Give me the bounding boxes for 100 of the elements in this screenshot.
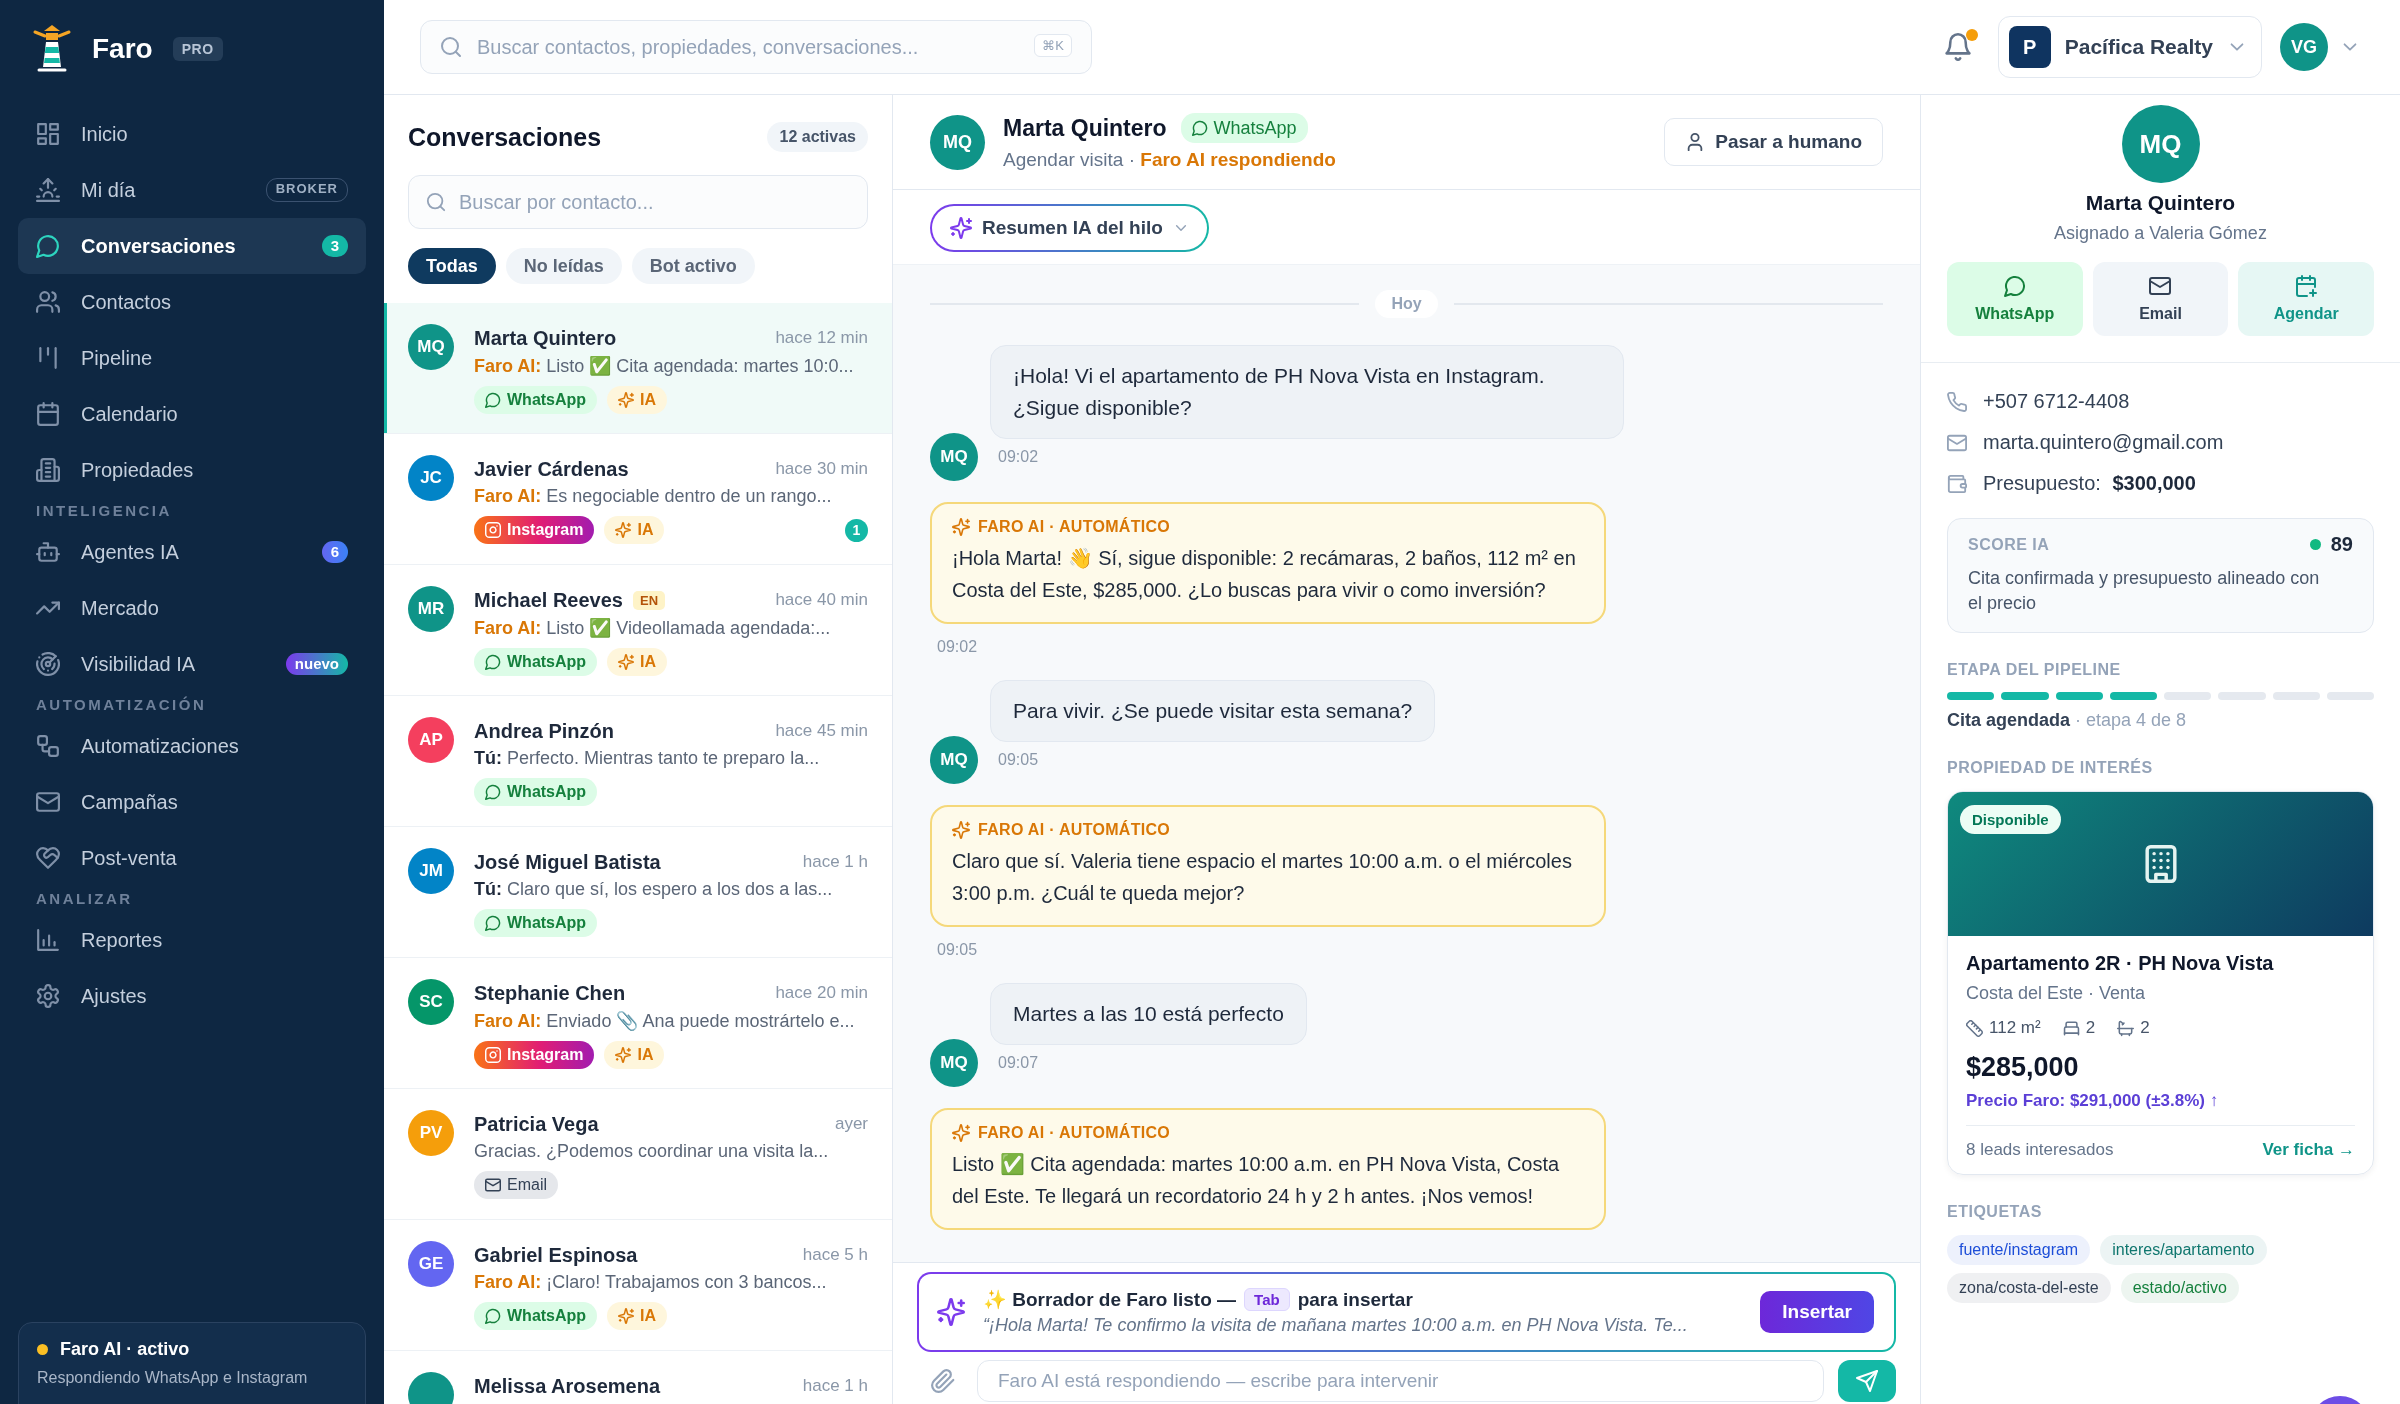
- score-note: Cita confirmada y presupuesto alineado con el precio: [1968, 567, 2321, 615]
- bathtub-icon: [2117, 1019, 2135, 1037]
- tag-label: WhatsApp: [507, 653, 587, 671]
- workspace-logo: P: [2008, 26, 2051, 68]
- workspace-switcher[interactable]: P Pacífica Realty: [1997, 16, 2262, 78]
- nav-item[interactable]: Visibilidad IA nuevo: [18, 636, 366, 692]
- contact-avatar: JM: [408, 848, 454, 894]
- message-time: hace 12 min: [775, 328, 868, 348]
- section-label: ANALIZAR: [35, 889, 134, 909]
- date-label: Hoy: [1375, 290, 1438, 318]
- user-avatar[interactable]: VG: [2280, 23, 2328, 71]
- ai-label: FARO AI · AUTOMÁTICO: [978, 821, 1171, 839]
- score-title: SCORE IA: [1968, 535, 2051, 554]
- nav-item[interactable]: Campañas: [18, 774, 366, 830]
- shortcut-key: ⌘K: [1034, 34, 1072, 57]
- sunrise-icon: [36, 178, 60, 202]
- nav-item[interactable]: Ajustes: [18, 968, 366, 1024]
- message-input[interactable]: Faro AI está respondiendo — escribe para intervenir: [977, 1360, 1824, 1402]
- nav-item[interactable]: Propiedades: [18, 442, 366, 498]
- message-time: 09:07: [998, 1054, 1039, 1072]
- contact-avatar: MQ: [408, 324, 454, 370]
- nav-item[interactable]: Inicio: [18, 106, 366, 162]
- ai-label: FARO AI · AUTOMÁTICO: [978, 518, 1171, 536]
- property-feature: 2: [2085, 1018, 2096, 1038]
- bed-icon: [2062, 1019, 2080, 1037]
- nav-item[interactable]: Mi día BROKER: [18, 162, 366, 218]
- count-badge: 12 activas: [767, 122, 868, 152]
- language-badge: EN: [633, 590, 666, 610]
- envelope-icon: [1947, 432, 1967, 453]
- tag-label: WhatsApp: [507, 391, 587, 409]
- attach-button[interactable]: [931, 1368, 957, 1394]
- chat-bubble-icon: [485, 784, 501, 800]
- nav-item[interactable]: Automatizaciones: [18, 718, 366, 774]
- filter-tab[interactable]: Todas: [408, 248, 496, 284]
- message-bubble: Para vivir. ¿Se puede visitar esta semana?: [990, 680, 1436, 742]
- role-badge: BROKER: [265, 178, 348, 202]
- sparkle-icon: [615, 522, 632, 538]
- conversation-status: Agendar visita · Faro AI respondiendo: [1003, 149, 1337, 171]
- contact-action-button[interactable]: Email: [2092, 262, 2229, 336]
- summary-button[interactable]: Resumen IA del hilo: [930, 204, 1209, 252]
- view-details-link[interactable]: Ver ficha →: [2262, 1140, 2355, 1160]
- nav-item[interactable]: Post-venta: [18, 830, 366, 886]
- camera-icon: [485, 1047, 501, 1063]
- handoff-button[interactable]: Pasar a humano: [1664, 118, 1883, 166]
- radar-icon: [36, 652, 60, 676]
- nav-item[interactable]: Agentes IA 6: [18, 524, 366, 580]
- nav-item[interactable]: Reportes: [18, 912, 366, 968]
- status-dot-icon: [2309, 539, 2321, 550]
- tag-label: IA: [640, 653, 657, 671]
- nav-item[interactable]: Calendario: [18, 386, 366, 442]
- nav-item[interactable]: Contactos: [18, 274, 366, 330]
- send-button[interactable]: [1838, 1360, 1896, 1402]
- sparkle-icon: [937, 1298, 965, 1326]
- contact-action-button[interactable]: WhatsApp: [1947, 262, 2083, 336]
- contact-name: Melissa Arosemena: [474, 1374, 660, 1398]
- tag-label: IA: [637, 521, 654, 539]
- chat-bubble-icon: [485, 392, 501, 408]
- message-time: 09:02: [937, 638, 979, 656]
- draft-hint: para insertar: [1297, 1288, 1413, 1311]
- filter-tab[interactable]: No leídas: [505, 248, 622, 284]
- key-hint: Tab: [1244, 1288, 1290, 1311]
- contact-name: Andrea Pinzón: [474, 719, 614, 743]
- message-preview: Faro AI: Listo ✅ Cita agendada: martes 10:0...: [474, 355, 855, 377]
- score-value: 89: [2330, 533, 2353, 556]
- contact-avatar: MQ: [930, 114, 985, 170]
- building-icon: [36, 458, 60, 482]
- contact-detail: Presupuesto: $300,000: [1983, 472, 2196, 495]
- sparkle-icon: [615, 1047, 632, 1063]
- tag: zona/costa-del-este: [1947, 1273, 2111, 1303]
- nav-item[interactable]: Mercado: [18, 580, 366, 636]
- message-preview: Faro AI: Es negociable dentro de un rango...: [474, 486, 833, 507]
- chat-bubble-icon: [36, 234, 60, 258]
- message-preview: Faro AI: Listo ✅ Videollamada agendada:...: [474, 617, 832, 639]
- contact-name: Stephanie Chen: [474, 981, 626, 1005]
- panel-title: Conversaciones: [408, 122, 602, 152]
- insert-button[interactable]: Insertar: [1760, 1291, 1874, 1333]
- contact-avatar: PV: [408, 1110, 454, 1156]
- search-field[interactable]: Buscar por contacto...: [408, 175, 868, 229]
- lighthouse-icon: [32, 25, 72, 73]
- plan-badge: PRO: [172, 37, 223, 61]
- tag-label: IA: [637, 1046, 654, 1064]
- contact-avatar: SC: [408, 979, 454, 1025]
- filter-tab[interactable]: Bot activo: [631, 248, 755, 284]
- nav-item[interactable]: Pipeline: [18, 330, 366, 386]
- conversation-item[interactable]: MQ Marta Quintero hace 12 min Faro AI: Listo ✅ Cita agendada: martes 10:0... WhatsApp IA: [384, 303, 892, 434]
- message-time: hace 30 min: [775, 459, 868, 479]
- sparkle-icon: [618, 392, 635, 408]
- contact-name: Javier Cárdenas: [474, 457, 629, 481]
- search-icon: [440, 36, 462, 58]
- send-icon: [1856, 1370, 1878, 1392]
- contact-name: Gabriel Espinosa: [474, 1243, 638, 1267]
- envelope-icon: [485, 1177, 501, 1193]
- contact-avatar: MQ: [930, 433, 978, 481]
- camera-icon: [485, 522, 501, 538]
- tag-label: Instagram: [507, 521, 584, 539]
- message-preview: Tú: Claro que sí, los espero a los dos a las...: [474, 879, 834, 900]
- nav-item[interactable]: Conversaciones 3: [18, 218, 366, 274]
- message-text: ¡Hola Marta! 👋 Sí, sigue disponible: 2 recámaras, 2 baños, 112 m² en Costa del Este, $285,000. ¿Lo buscas para vivir o como inversión?: [952, 546, 1577, 603]
- contact-name: José Miguel Batista: [474, 850, 661, 874]
- section-label: INTELIGENCIA: [35, 501, 173, 521]
